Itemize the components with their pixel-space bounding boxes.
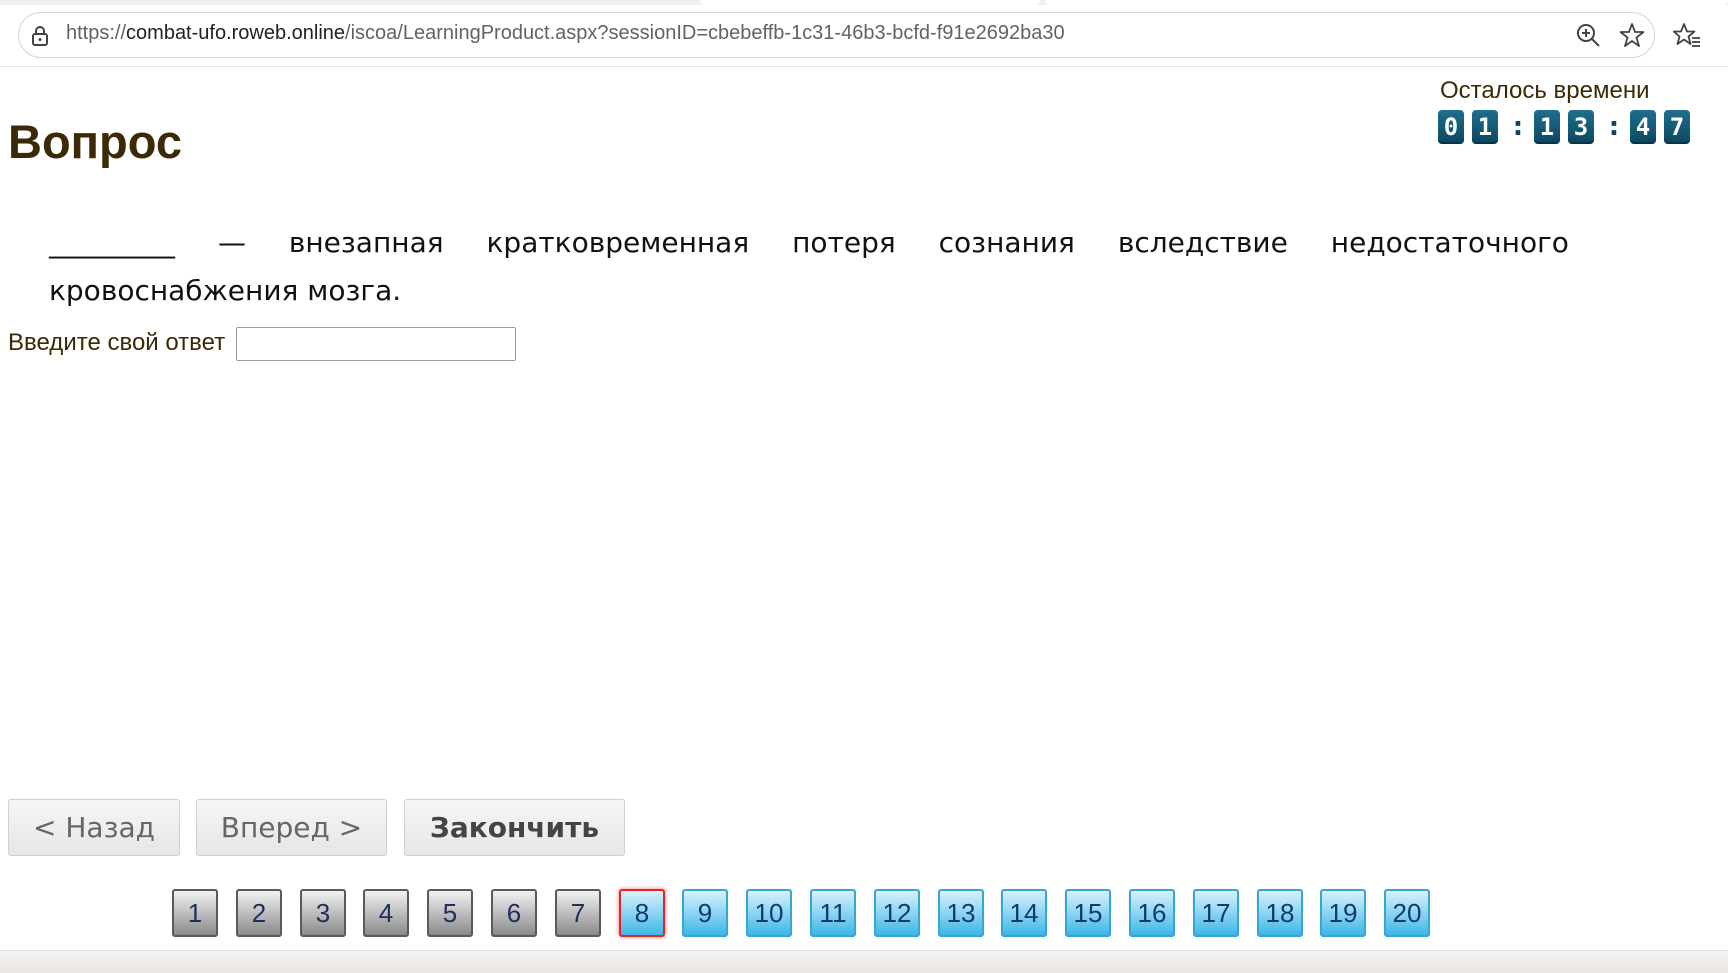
url-text[interactable]: https://combat-ufo.roweb.online/iscoa/Le… bbox=[66, 22, 1065, 45]
page-button-16[interactable]: 16 bbox=[1129, 889, 1175, 937]
tab-strip bbox=[0, 0, 1728, 5]
question-word: кратковременная bbox=[486, 226, 750, 259]
page-button-11[interactable]: 11 bbox=[810, 889, 856, 937]
question-word: вследствие bbox=[1117, 226, 1288, 259]
timer-digit: 3 bbox=[1568, 110, 1594, 144]
question-text-continued: кровоснабжения мозга. bbox=[49, 274, 402, 307]
page-button-13[interactable]: 13 bbox=[938, 889, 984, 937]
timer-digit: 7 bbox=[1664, 110, 1690, 144]
url-path: /iscoa/LearningProduct.aspx?sessionID=cb… bbox=[345, 22, 1065, 44]
page-button-17[interactable]: 17 bbox=[1193, 889, 1239, 937]
countdown-timer: 0 1 : 1 3 : 4 7 bbox=[1438, 109, 1698, 145]
browser-toolbar: https://combat-ufo.roweb.online/iscoa/Le… bbox=[0, 0, 1728, 67]
page-button-6[interactable]: 6 bbox=[491, 889, 537, 937]
page-button-12[interactable]: 12 bbox=[874, 889, 920, 937]
timer-separator: : bbox=[1512, 112, 1524, 142]
page-button-3[interactable]: 3 bbox=[300, 889, 346, 937]
question-word: — bbox=[217, 226, 246, 259]
timer-separator: : bbox=[1608, 112, 1620, 142]
forward-button[interactable]: Вперед > bbox=[196, 799, 387, 856]
page-button-18[interactable]: 18 bbox=[1257, 889, 1303, 937]
zoom-in-icon[interactable] bbox=[1575, 22, 1601, 52]
question-word: сознания bbox=[938, 226, 1075, 259]
page-button-19[interactable]: 19 bbox=[1320, 889, 1366, 937]
page-button-4[interactable]: 4 bbox=[363, 889, 409, 937]
question-word: внезапная bbox=[288, 226, 444, 259]
url-scheme: https:// bbox=[66, 22, 127, 44]
url-host: combat-ufo.roweb.online bbox=[126, 22, 346, 44]
question-text: _________ — внезапная кратковременная по… bbox=[49, 226, 1569, 259]
timer-digit: 4 bbox=[1630, 110, 1656, 144]
page-button-9[interactable]: 9 bbox=[682, 889, 728, 937]
timer-digit: 1 bbox=[1472, 110, 1498, 144]
browser-tab[interactable] bbox=[1045, 0, 1728, 5]
question-word: _________ bbox=[49, 226, 175, 259]
finish-button[interactable]: Закончить bbox=[404, 799, 625, 856]
answer-label: Введите свой ответ bbox=[8, 329, 226, 356]
timer-label: Осталось времени bbox=[1440, 77, 1650, 104]
question-word: потеря bbox=[792, 226, 896, 259]
page-button-7[interactable]: 7 bbox=[555, 889, 601, 937]
timer-digit: 1 bbox=[1534, 110, 1560, 144]
answer-input[interactable] bbox=[236, 327, 516, 361]
page-button-8[interactable]: 8 bbox=[619, 889, 665, 937]
page-button-20[interactable]: 20 bbox=[1384, 889, 1430, 937]
page-button-14[interactable]: 14 bbox=[1001, 889, 1047, 937]
timer-digit: 0 bbox=[1438, 110, 1464, 144]
favorites-icon[interactable] bbox=[1672, 22, 1701, 52]
page-button-15[interactable]: 15 bbox=[1065, 889, 1111, 937]
page-button-1[interactable]: 1 bbox=[172, 889, 218, 937]
taskbar bbox=[0, 950, 1728, 973]
page-button-2[interactable]: 2 bbox=[236, 889, 282, 937]
star-icon[interactable] bbox=[1619, 22, 1645, 52]
lock-icon[interactable] bbox=[30, 25, 50, 51]
browser-tab[interactable] bbox=[700, 0, 1040, 5]
back-button[interactable]: < Назад bbox=[8, 799, 180, 856]
page-title: Вопрос bbox=[8, 115, 182, 168]
question-word: недостаточного bbox=[1330, 226, 1569, 259]
page-button-10[interactable]: 10 bbox=[746, 889, 792, 937]
page-button-5[interactable]: 5 bbox=[427, 889, 473, 937]
